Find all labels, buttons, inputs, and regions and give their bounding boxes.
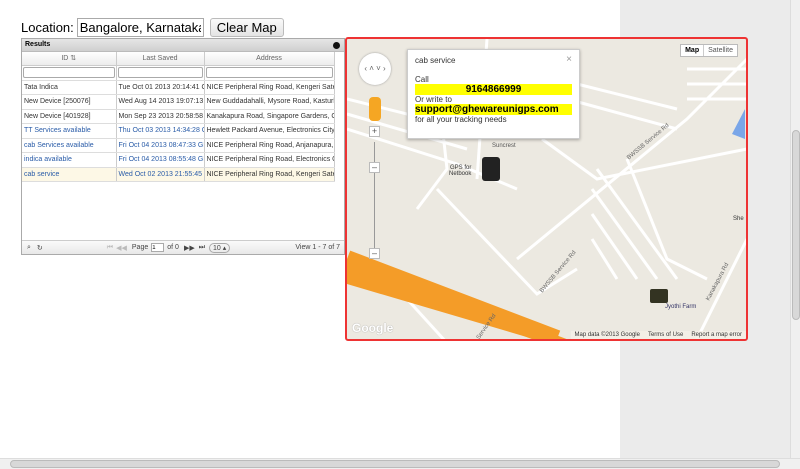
map-type-satellite[interactable]: Satellite bbox=[703, 45, 737, 56]
col-address[interactable]: Address bbox=[204, 52, 335, 66]
table-row[interactable]: TT Services available Thu Oct 03 2013 14:… bbox=[22, 123, 335, 139]
cell-id: Tata Indica bbox=[22, 80, 117, 95]
page-label: Page bbox=[131, 244, 149, 251]
close-icon[interactable]: × bbox=[566, 54, 572, 65]
collapse-icon[interactable] bbox=[333, 42, 340, 49]
results-table: ID ⇅ Last Saved Address Tata Indica Tue O… bbox=[22, 52, 335, 182]
filter-id[interactable] bbox=[22, 65, 117, 81]
grid-title: Results bbox=[25, 41, 51, 48]
cell-address: NICE Peripheral Ring Road, Anjanapura, T bbox=[204, 138, 335, 153]
grid-header: Results bbox=[22, 39, 344, 52]
map-type-map[interactable]: Map bbox=[681, 45, 703, 56]
zoom-slider-handle[interactable]: – bbox=[369, 162, 380, 173]
cell-address: New Guddadahalli, Mysore Road, Kasturba bbox=[204, 94, 335, 110]
street-view-pegman-icon[interactable] bbox=[369, 97, 381, 121]
col-last-saved[interactable]: Last Saved bbox=[116, 52, 205, 66]
clear-map-button[interactable]: Clear Map bbox=[209, 18, 284, 37]
cell-id: TT Services available bbox=[22, 123, 117, 139]
view-count: View 1 - 7 of 7 bbox=[295, 244, 340, 251]
filter-address[interactable] bbox=[204, 65, 335, 81]
search-icon[interactable]: ⌕ bbox=[27, 244, 31, 252]
table-row[interactable]: cab Services available Fri Oct 04 2013 08… bbox=[22, 138, 335, 153]
google-logo: Google bbox=[352, 321, 394, 335]
info-call-label: Call bbox=[415, 75, 429, 84]
horizontal-scrollbar[interactable] bbox=[0, 458, 800, 469]
last-page-icon[interactable]: ⏭ bbox=[199, 244, 205, 252]
place-suncrest: Suncrest bbox=[492, 143, 516, 149]
cell-id: indica available bbox=[22, 152, 117, 168]
results-grid: Results ID ⇅ Last Saved Address Tata Ind… bbox=[21, 38, 345, 255]
location-input[interactable] bbox=[76, 18, 204, 37]
page-input[interactable] bbox=[151, 243, 165, 252]
cell-address: NICE Peripheral Ring Road, Kengeri Satel… bbox=[204, 167, 335, 182]
cell-address: NICE Peripheral Ring Road, Kengeri Satel… bbox=[204, 80, 335, 95]
rows-per-page-select[interactable]: 10 ▴ bbox=[209, 242, 231, 253]
cell-id: cab Services available bbox=[22, 138, 117, 153]
cell-address: Kanakapura Road, Singapore Gardens, Go bbox=[204, 109, 335, 124]
zoom-slider[interactable] bbox=[374, 142, 375, 252]
cell-saved: Wed Aug 14 2013 19:07:13 GMT bbox=[116, 94, 205, 110]
next-page-icon[interactable]: ▶▶ bbox=[184, 244, 195, 252]
map-type-control: Map Satellite bbox=[680, 44, 738, 57]
refresh-icon[interactable]: ↻ bbox=[37, 244, 43, 252]
info-tail: for all your tracking needs bbox=[415, 115, 507, 124]
map-data-credit: Map data ©2013 Google bbox=[574, 332, 640, 338]
cell-id: cab service bbox=[22, 167, 117, 182]
cell-id: New Device [250076] bbox=[22, 94, 117, 110]
cell-saved: Thu Oct 03 2013 14:34:28 GMT bbox=[116, 123, 205, 139]
map[interactable]: ‹ ˄ ˅ › + – – Map Satellite GPS for Netbo… bbox=[345, 37, 748, 341]
cell-saved: Fri Oct 04 2013 08:47:33 GMT bbox=[116, 138, 205, 153]
cell-id: New Device [401928] bbox=[22, 109, 117, 124]
filter-last-saved[interactable] bbox=[116, 65, 205, 81]
pager: ⌕ ↻ ⏮ ◀◀ Page of 0 ▶▶ ⏭ 10 ▴ View 1 - 7 … bbox=[22, 240, 344, 254]
info-phone: 9164866999 bbox=[415, 84, 572, 95]
zoom-out-button[interactable]: – bbox=[369, 248, 380, 259]
place-jyothi-farm: Jyothi Farm bbox=[665, 304, 697, 310]
page-count: of 0 bbox=[167, 244, 179, 251]
cell-saved: Wed Oct 02 2013 21:55:45 GMT bbox=[116, 167, 205, 182]
marker-label-gps: GPS for Netbook bbox=[449, 165, 472, 177]
cell-saved: Fri Oct 04 2013 08:55:48 GMT bbox=[116, 152, 205, 168]
cell-address: Hewlett Packard Avenue, Electronics City… bbox=[204, 123, 335, 139]
vertical-scrollbar[interactable] bbox=[790, 0, 800, 458]
table-row[interactable]: New Device [250076] Wed Aug 14 2013 19:07… bbox=[22, 94, 335, 110]
location-bar: Location: Clear Map bbox=[21, 18, 284, 37]
cell-saved: Tue Oct 01 2013 20:14:41 GMT bbox=[116, 80, 205, 95]
zoom-in-button[interactable]: + bbox=[369, 126, 380, 137]
location-label: Location: bbox=[21, 20, 74, 35]
map-footer: Map data ©2013 Google Terms of Use Repor… bbox=[570, 331, 746, 339]
terms-link[interactable]: Terms of Use bbox=[644, 331, 687, 339]
report-error-link[interactable]: Report a map error bbox=[687, 331, 746, 339]
info-email[interactable]: support@ghewareunigps.com bbox=[415, 104, 572, 115]
prev-page-icon[interactable]: ◀◀ bbox=[116, 244, 127, 252]
info-write-label: Or write to bbox=[415, 95, 452, 104]
table-row[interactable]: New Device [401928] Mon Sep 23 2013 20:58… bbox=[22, 109, 335, 124]
table-row[interactable]: Tata IndicaTue Oct 01 2013 20:14:41 GMTN… bbox=[22, 80, 335, 95]
cell-saved: Mon Sep 23 2013 20:58:58 GMT bbox=[116, 109, 205, 124]
col-id[interactable]: ID ⇅ bbox=[22, 52, 117, 66]
cell-address: NICE Peripheral Ring Road, Electronics C… bbox=[204, 152, 335, 168]
table-row[interactable]: cab serviceWed Oct 02 2013 21:55:45 GMTN… bbox=[22, 167, 335, 182]
place-label: She bbox=[733, 216, 744, 222]
pan-control[interactable]: ‹ ˄ ˅ › bbox=[359, 53, 391, 85]
table-row[interactable]: indica available Fri Oct 04 2013 08:55:48… bbox=[22, 152, 335, 168]
first-page-icon[interactable]: ⏮ bbox=[107, 244, 113, 252]
info-window: × cab service Call 9164866999 Or write t… bbox=[407, 49, 580, 139]
info-title: cab service bbox=[415, 56, 456, 65]
top-cut-text bbox=[0, 0, 460, 4]
